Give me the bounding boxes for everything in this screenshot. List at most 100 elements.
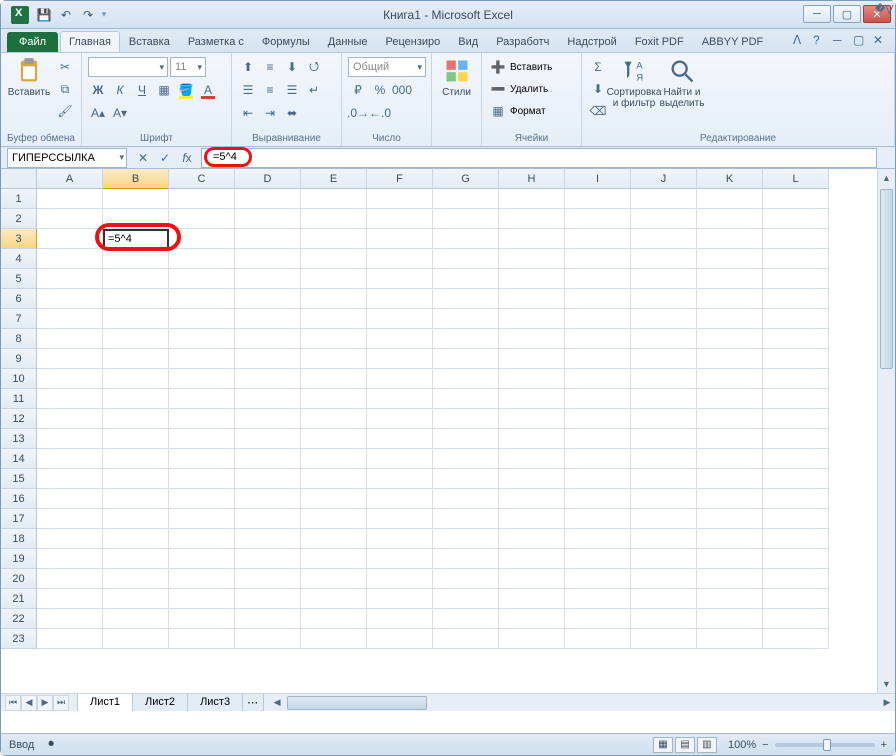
cell[interactable] — [565, 409, 631, 429]
cell[interactable] — [565, 189, 631, 209]
cell[interactable] — [169, 229, 235, 249]
cell[interactable] — [103, 249, 169, 269]
cell[interactable] — [631, 389, 697, 409]
cell[interactable] — [631, 609, 697, 629]
tab-foxit[interactable]: Foxit PDF — [626, 31, 693, 52]
cell[interactable] — [169, 269, 235, 289]
row-header[interactable]: 12 — [1, 409, 37, 429]
cell[interactable] — [301, 549, 367, 569]
cell[interactable] — [37, 429, 103, 449]
cell[interactable] — [697, 389, 763, 409]
cell[interactable] — [169, 509, 235, 529]
cell[interactable] — [433, 529, 499, 549]
underline-button[interactable]: Ч — [132, 80, 152, 100]
cell[interactable] — [103, 269, 169, 289]
cell[interactable] — [367, 469, 433, 489]
row-header[interactable]: 17 — [1, 509, 37, 529]
cell[interactable] — [499, 569, 565, 589]
page-layout-view-button[interactable]: ▤ — [675, 737, 695, 753]
cell[interactable] — [103, 389, 169, 409]
increase-indent-button[interactable]: ⇥ — [260, 103, 280, 123]
cut-button[interactable]: ✂ — [55, 57, 75, 77]
cell[interactable] — [103, 349, 169, 369]
cell[interactable] — [499, 449, 565, 469]
fill-color-button[interactable]: 🪣 — [176, 80, 196, 100]
cell[interactable] — [763, 489, 829, 509]
hscroll-thumb[interactable] — [287, 696, 427, 710]
cell[interactable] — [235, 189, 301, 209]
scroll-left-icon[interactable]: ◀ — [269, 695, 285, 711]
first-sheet-button[interactable]: ⏮ — [5, 695, 21, 711]
cell[interactable] — [763, 229, 829, 249]
cell[interactable] — [367, 389, 433, 409]
cell[interactable] — [433, 509, 499, 529]
cell[interactable] — [763, 429, 829, 449]
row-header[interactable]: 4 — [1, 249, 37, 269]
tab-abbyy[interactable]: ABBYY PDF — [693, 31, 773, 52]
cell[interactable] — [499, 309, 565, 329]
column-header[interactable]: F — [367, 169, 433, 189]
cell[interactable] — [499, 469, 565, 489]
cell[interactable] — [367, 189, 433, 209]
cell[interactable] — [631, 329, 697, 349]
cell[interactable] — [763, 269, 829, 289]
cell[interactable] — [565, 349, 631, 369]
cell[interactable] — [235, 629, 301, 649]
column-header[interactable]: C — [169, 169, 235, 189]
comma-format-button[interactable]: 000 — [392, 80, 412, 100]
cell[interactable] — [697, 469, 763, 489]
cell[interactable] — [367, 369, 433, 389]
tab-insert[interactable]: Вставка — [120, 31, 179, 52]
cell[interactable] — [763, 189, 829, 209]
decrease-indent-button[interactable]: ⇤ — [238, 103, 258, 123]
cell[interactable] — [235, 409, 301, 429]
cell[interactable] — [433, 389, 499, 409]
align-top-button[interactable]: ⬆ — [238, 57, 258, 77]
row-header[interactable]: 14 — [1, 449, 37, 469]
cell[interactable] — [499, 389, 565, 409]
cell[interactable] — [565, 449, 631, 469]
cell[interactable] — [631, 189, 697, 209]
cell[interactable] — [367, 549, 433, 569]
cell[interactable] — [367, 609, 433, 629]
decrease-decimal-button[interactable]: ←.0 — [370, 103, 390, 123]
cell[interactable] — [301, 349, 367, 369]
cell[interactable] — [235, 289, 301, 309]
cell[interactable] — [301, 529, 367, 549]
insert-cells-button[interactable]: Вставить — [510, 62, 552, 73]
cell[interactable] — [697, 549, 763, 569]
doc-close-icon[interactable]: ✕ — [873, 33, 887, 47]
cell[interactable] — [631, 569, 697, 589]
next-sheet-button[interactable]: ▶ — [37, 695, 53, 711]
zoom-out-button[interactable]: − — [762, 739, 768, 751]
cell[interactable] — [235, 249, 301, 269]
cell[interactable] — [697, 229, 763, 249]
cell[interactable] — [37, 529, 103, 549]
percent-format-button[interactable]: % — [370, 80, 390, 100]
align-middle-button[interactable]: ≡ — [260, 57, 280, 77]
cell[interactable] — [631, 489, 697, 509]
cell[interactable] — [433, 429, 499, 449]
insert-function-button[interactable]: fx — [177, 149, 197, 167]
row-header[interactable]: 20 — [1, 569, 37, 589]
cell[interactable] — [235, 449, 301, 469]
cell[interactable] — [367, 269, 433, 289]
cell[interactable] — [103, 209, 169, 229]
cell[interactable] — [37, 389, 103, 409]
shrink-font-button[interactable]: A▾ — [110, 103, 130, 123]
orientation-button[interactable]: ⭯ — [304, 57, 324, 77]
cell[interactable] — [169, 189, 235, 209]
scroll-right-icon[interactable]: ▶ — [879, 695, 895, 711]
cell[interactable] — [235, 549, 301, 569]
cell[interactable] — [565, 389, 631, 409]
cell[interactable] — [631, 589, 697, 609]
styles-button[interactable]: Стили — [438, 57, 475, 142]
border-button[interactable]: ▦ — [154, 80, 174, 100]
align-right-button[interactable]: ☰ — [282, 80, 302, 100]
tab-review[interactable]: Рецензиро — [377, 31, 450, 52]
doc-restore-icon[interactable]: ▢ — [853, 33, 867, 47]
cell[interactable] — [763, 209, 829, 229]
cell[interactable] — [37, 609, 103, 629]
cell[interactable] — [697, 449, 763, 469]
row-header[interactable]: 9 — [1, 349, 37, 369]
